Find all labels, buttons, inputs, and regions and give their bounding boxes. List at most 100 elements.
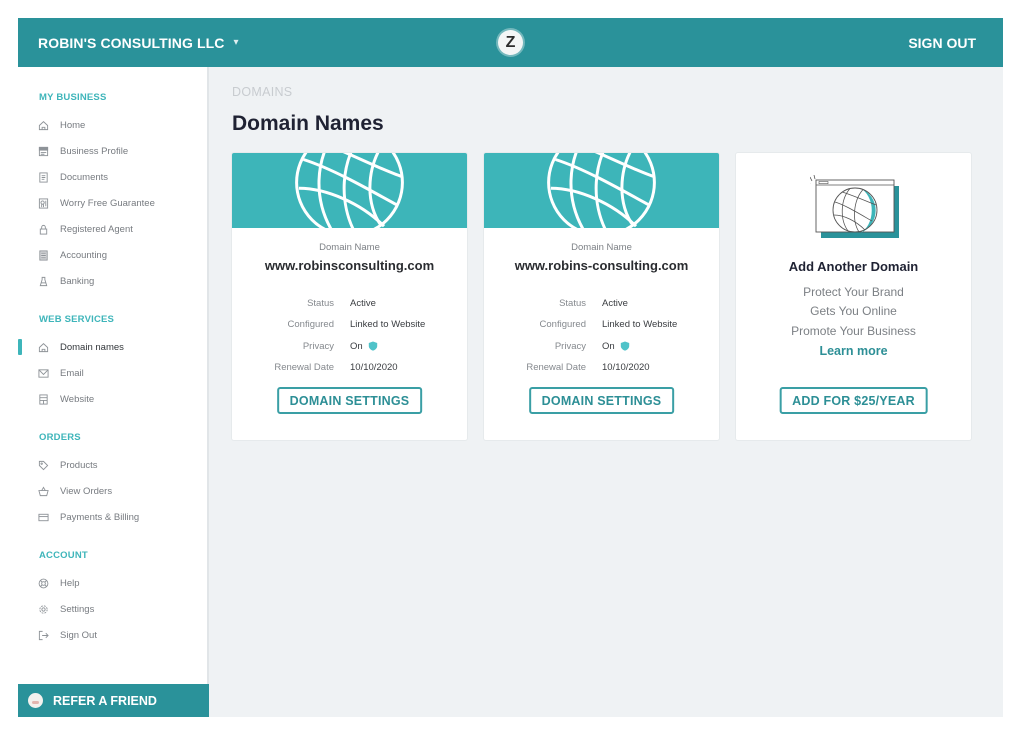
domain-card: Domain Name www.robins-consulting.com St… <box>484 153 719 440</box>
sidebar-item-products[interactable]: Products <box>38 456 98 474</box>
sidebar-item-label: Help <box>60 577 80 589</box>
card-banner <box>484 153 719 228</box>
logo-letter: Z <box>505 33 516 51</box>
lock-icon <box>38 224 49 235</box>
domain-details: Status Active Configured Linked to Websi… <box>484 293 719 378</box>
add-domain-button[interactable]: ADD FOR $25/YEAR <box>779 387 928 414</box>
globe-icon <box>547 153 656 228</box>
privacy-value: On <box>602 340 615 352</box>
sidebar-item-label: Settings <box>60 603 95 615</box>
detail-key: Configured <box>539 319 586 331</box>
sign-out-button[interactable]: SIGN OUT <box>908 18 976 67</box>
tag-icon <box>38 460 49 471</box>
detail-value: On <box>350 341 378 352</box>
sidebar-item-label: Domain names <box>60 341 124 353</box>
detail-row-status: Status Active <box>232 293 467 314</box>
sidebar-item-domain-names[interactable]: Domain names <box>38 338 124 356</box>
domain-name-value: www.robins-consulting.com <box>514 258 689 273</box>
learn-more-link[interactable]: Learn more <box>736 344 971 358</box>
detail-key: Privacy <box>554 340 586 352</box>
sidebar-item-documents[interactable]: Documents <box>38 168 108 186</box>
company-name: ROBIN'S CONSULTING LLC <box>38 34 225 51</box>
domain-name-label: Domain Name <box>319 242 380 253</box>
detail-key: Privacy <box>302 340 334 352</box>
sidebar-item-email[interactable]: Email <box>38 364 84 382</box>
sidebar: MY BUSINESS Home Business Profile Docume… <box>18 67 209 717</box>
sidebar-item-website[interactable]: Website <box>38 390 94 408</box>
website-icon <box>38 393 49 405</box>
status-value: Active <box>602 298 628 310</box>
card-banner <box>232 153 467 228</box>
sidebar-item-label: Website <box>60 393 95 405</box>
sidebar-item-label: Documents <box>60 171 109 183</box>
sidebar-item-label: Payments & Billing <box>60 511 140 523</box>
sidebar-item-label: Accounting <box>60 249 108 261</box>
sidebar-item-home[interactable]: Home <box>38 116 85 134</box>
detail-value: Linked to Website <box>350 319 425 330</box>
sidebar-item-help[interactable]: Help <box>38 574 80 592</box>
sign-out-icon <box>38 630 49 641</box>
benefit-line: Gets You Online <box>810 304 897 319</box>
sidebar-item-label: Worry Free Guarantee <box>60 197 155 209</box>
sidebar-item-label: View Orders <box>60 485 113 497</box>
app-window: ROBIN'S CONSULTING LLC ▾ Z SIGN OUT MY B… <box>18 18 1003 717</box>
guarantee-icon <box>38 197 49 209</box>
detail-row-renewal-date: Renewal Date 10/10/2020 <box>232 357 467 378</box>
sidebar-item-registered-agent[interactable]: Registered Agent <box>38 220 133 238</box>
mail-icon <box>38 368 49 379</box>
company-switcher[interactable]: ROBIN'S CONSULTING LLC ▾ <box>38 18 239 67</box>
sidebar-item-accounting[interactable]: Accounting <box>38 246 107 264</box>
shield-icon <box>620 341 629 351</box>
sidebar-item-settings[interactable]: Settings <box>38 600 94 618</box>
detail-value: 10/10/2020 <box>602 362 650 373</box>
friend-avatar-icon <box>28 693 43 708</box>
refer-a-friend-button[interactable]: REFER A FRIEND <box>18 684 209 717</box>
detail-row-configured: Configured Linked to Website <box>484 314 719 335</box>
sidebar-item-label: Business Profile <box>60 145 129 157</box>
browser-globe-illustration <box>810 175 899 238</box>
breadcrumb[interactable]: DOMAINS <box>232 85 292 99</box>
detail-value: 10/10/2020 <box>350 362 398 373</box>
gear-icon <box>38 604 49 615</box>
sidebar-item-business-profile[interactable]: Business Profile <box>38 142 128 160</box>
domain-settings-button[interactable]: DOMAIN SETTINGS <box>528 387 675 414</box>
shield-icon <box>368 341 377 351</box>
sidebar-item-banking[interactable]: Banking <box>38 272 94 290</box>
add-domain-benefits: Protect Your Brand Gets You Online Promo… <box>736 283 971 341</box>
detail-key: Renewal Date <box>526 362 586 374</box>
sidebar-item-label: Home <box>60 119 86 131</box>
domain-settings-button[interactable]: DOMAIN SETTINGS <box>276 387 423 414</box>
detail-value: Active <box>350 298 376 309</box>
privacy-value: On <box>350 340 363 352</box>
detail-key: Configured <box>287 319 334 331</box>
sidebar-item-label: Email <box>60 367 84 379</box>
sidebar-section-title: MY BUSINESS <box>39 92 107 103</box>
detail-row-privacy: Privacy On <box>232 336 467 357</box>
detail-row-configured: Configured Linked to Website <box>232 314 467 335</box>
sidebar-item-label: Registered Agent <box>60 223 133 235</box>
sidebar-item-sign-out[interactable]: Sign Out <box>38 626 97 644</box>
sidebar-item-worry-free-guarantee[interactable]: Worry Free Guarantee <box>38 194 155 212</box>
refer-label: REFER A FRIEND <box>53 693 157 708</box>
add-domain-card: Add Another Domain Protect Your Brand Ge… <box>736 153 971 440</box>
configured-value: Linked to Website <box>350 319 426 331</box>
bank-icon <box>38 276 49 287</box>
top-bar: ROBIN'S CONSULTING LLC ▾ Z SIGN OUT <box>18 18 1003 67</box>
sidebar-section-title: WEB SERVICES <box>39 314 115 325</box>
sidebar-item-payments-billing[interactable]: Payments & Billing <box>38 508 139 526</box>
detail-key: Status <box>307 298 334 310</box>
page-title: Domain Names <box>232 112 384 135</box>
configured-value: Linked to Website <box>602 319 678 331</box>
sidebar-section-title: ORDERS <box>39 432 81 443</box>
detail-value: On <box>602 341 630 352</box>
domain-details: Status Active Configured Linked to Websi… <box>232 293 467 378</box>
credit-card-icon <box>38 512 49 523</box>
benefit-line: Promote Your Business <box>791 323 916 338</box>
sidebar-item-view-orders[interactable]: View Orders <box>38 482 112 500</box>
home-icon <box>38 120 49 131</box>
domain-name-value: www.robinsconsulting.com <box>264 258 435 273</box>
lifebuoy-icon <box>38 578 49 589</box>
brand-logo[interactable]: Z <box>498 30 523 55</box>
detail-value: Linked to Website <box>602 319 677 330</box>
sidebar-item-label: Products <box>60 459 98 471</box>
